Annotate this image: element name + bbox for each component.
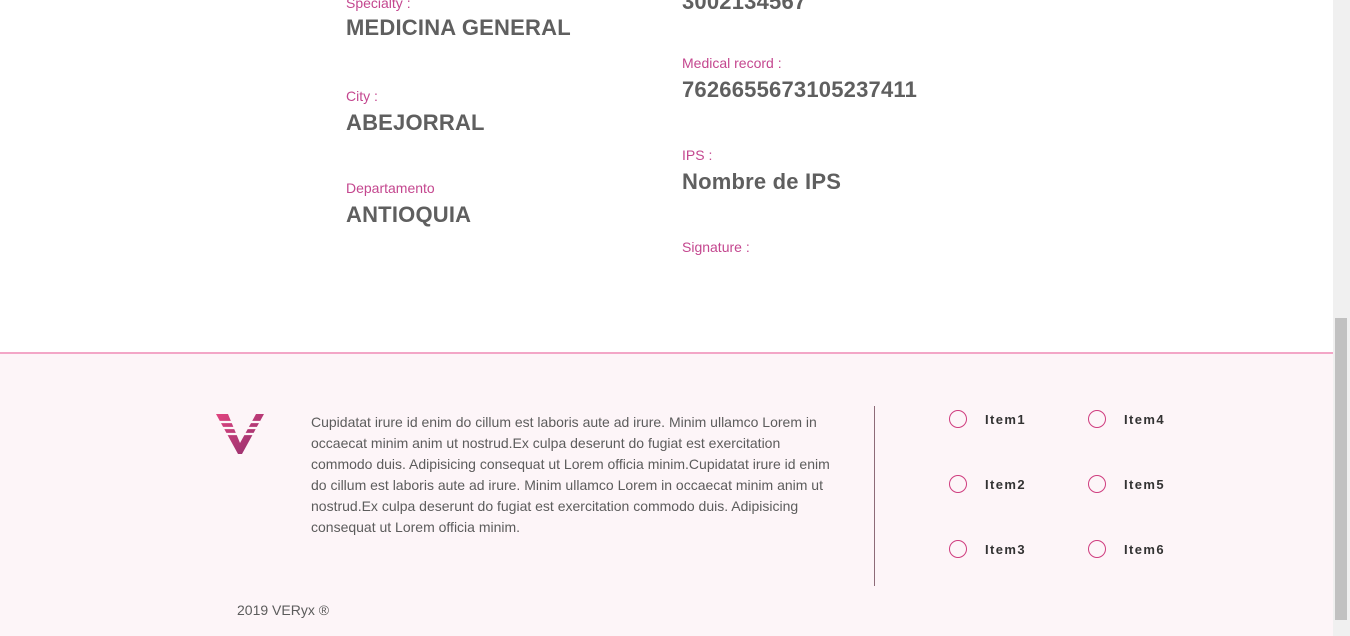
circle-icon <box>949 475 967 493</box>
footer-item-label: Item2 <box>985 476 1026 492</box>
phone-field: 3002134567 <box>682 0 806 16</box>
footer-item-label: Item3 <box>985 541 1026 557</box>
signature-field: Signature : <box>682 238 750 256</box>
footer-item-label: Item6 <box>1124 541 1165 557</box>
circle-icon <box>949 410 967 428</box>
footer-item-3[interactable]: Item3 <box>949 540 1026 558</box>
circle-icon <box>1088 410 1106 428</box>
city-value: ABEJORRAL <box>346 110 485 135</box>
medical-record-value: 7626655673105237411 <box>682 77 918 102</box>
department-value: ANTIOQUIA <box>346 202 472 227</box>
signature-label: Signature : <box>682 239 750 255</box>
footer-item-label: Item1 <box>985 411 1026 427</box>
footer: Cupidatat irure id enim do cillum est la… <box>0 352 1333 636</box>
footer-item-2[interactable]: Item2 <box>949 475 1026 493</box>
department-label: Departamento <box>346 180 435 196</box>
phone-value: 3002134567 <box>682 0 807 14</box>
footer-item-4[interactable]: Item4 <box>1088 410 1165 428</box>
veryx-v-logo-icon <box>216 414 264 454</box>
footer-description: Cupidatat irure id enim do cillum est la… <box>311 414 830 535</box>
footer-item-1[interactable]: Item1 <box>949 410 1026 428</box>
medical-record-label: Medical record : <box>682 55 782 71</box>
footer-item-6[interactable]: Item6 <box>1088 540 1165 558</box>
ips-value: Nombre de IPS <box>682 169 842 194</box>
specialty-field: Specialty : MEDICINA GENERAL <box>346 0 571 42</box>
city-label: City : <box>346 88 378 104</box>
city-field: City : ABEJORRAL <box>346 87 485 137</box>
footer-item-5[interactable]: Item5 <box>1088 475 1165 493</box>
department-field: Departamento ANTIOQUIA <box>346 179 471 229</box>
ips-field: IPS : Nombre de IPS <box>682 146 841 196</box>
footer-item-label: Item5 <box>1124 476 1165 492</box>
ips-label: IPS : <box>682 147 713 163</box>
specialty-label: Specialty : <box>346 0 411 11</box>
footer-item-label: Item4 <box>1124 411 1165 427</box>
footer-divider <box>874 406 875 586</box>
page: Specialty : MEDICINA GENERAL City : ABEJ… <box>0 0 1333 636</box>
medical-record-field: Medical record : 7626655673105237411 <box>682 54 917 104</box>
copyright-text: 2019 VERyx ® <box>237 602 330 618</box>
specialty-value: MEDICINA GENERAL <box>346 15 571 40</box>
vertical-scrollbar[interactable] <box>1333 0 1350 636</box>
scrollbar-thumb[interactable] <box>1335 318 1347 620</box>
circle-icon <box>1088 475 1106 493</box>
circle-icon <box>949 540 967 558</box>
circle-icon <box>1088 540 1106 558</box>
